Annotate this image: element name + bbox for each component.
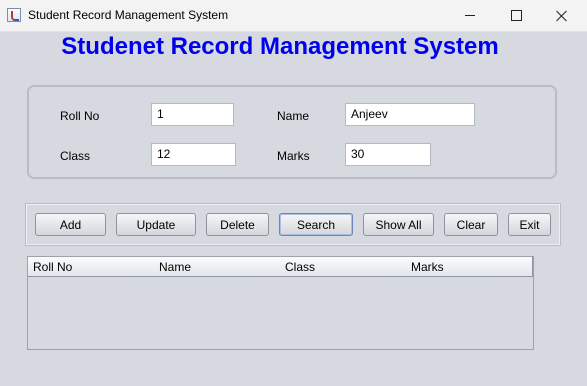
update-button[interactable]: Update [116, 213, 196, 236]
name-label: Name [277, 109, 310, 123]
class-field[interactable]: 12 [151, 143, 236, 166]
column-header-roll-no[interactable]: Roll No [28, 257, 155, 277]
maximize-button[interactable] [493, 0, 539, 31]
java-app-icon [7, 8, 21, 22]
delete-button[interactable]: Delete [206, 213, 269, 236]
column-header-class[interactable]: Class [280, 257, 407, 277]
column-header-name[interactable]: Name [154, 257, 281, 277]
records-table[interactable]: Roll No Name Class Marks [27, 256, 534, 350]
name-field[interactable]: Anjeev [345, 103, 475, 126]
marks-field[interactable]: 30 [345, 143, 431, 166]
close-button[interactable] [539, 0, 585, 31]
exit-button[interactable]: Exit [508, 213, 551, 236]
show-all-button[interactable]: Show All [363, 213, 434, 236]
add-button[interactable]: Add [35, 213, 106, 236]
marks-label: Marks [277, 149, 310, 163]
minimize-icon [465, 15, 475, 16]
class-label: Class [60, 149, 91, 163]
search-button[interactable]: Search [279, 213, 353, 236]
column-header-marks[interactable]: Marks [406, 257, 533, 277]
window-title: Student Record Management System [28, 8, 229, 22]
title-bar: Student Record Management System [0, 0, 587, 32]
page-title: Studenet Record Management System [61, 33, 499, 60]
student-form-panel [27, 85, 557, 179]
clear-button[interactable]: Clear [444, 213, 498, 236]
roll-no-label: Roll No [60, 109, 100, 123]
close-icon [556, 10, 568, 22]
table-header: Roll No Name Class Marks [28, 257, 533, 277]
maximize-icon [510, 10, 522, 21]
roll-no-field[interactable]: 1 [151, 103, 234, 126]
minimize-button[interactable] [447, 0, 493, 31]
